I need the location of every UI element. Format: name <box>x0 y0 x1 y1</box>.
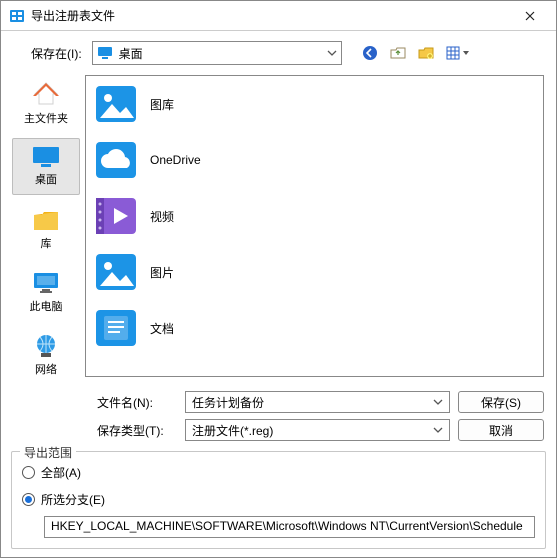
place-network[interactable]: 网络 <box>12 326 80 383</box>
export-registry-dialog: 导出注册表文件 保存在(I): 桌面 <box>0 0 557 558</box>
close-icon <box>525 11 535 21</box>
title-bar: 导出注册表文件 <box>1 1 556 31</box>
item-label: 视频 <box>150 208 174 225</box>
item-label: OneDrive <box>150 153 201 167</box>
filetype-label: 保存类型(T): <box>97 422 177 439</box>
documents-tile-icon <box>94 306 138 350</box>
monitor-icon <box>31 270 61 296</box>
place-desktop[interactable]: 桌面 <box>12 138 80 195</box>
body: 主文件夹 桌面 库 此电脑 网络 <box>1 71 556 383</box>
filetype-row: 保存类型(T): 注册文件(*.reg) 取消 <box>97 419 544 441</box>
place-label: 此电脑 <box>30 298 63 314</box>
filetype-value: 注册文件(*.reg) <box>192 422 273 439</box>
name-type-area: 文件名(N): 任务计划备份 保存(S) 保存类型(T): 注册文件(*.reg… <box>1 383 556 451</box>
folder-new-icon <box>418 45 434 61</box>
radio-all-label: 全部(A) <box>41 464 81 481</box>
file-list[interactable]: 图库 OneDrive 视频 图片 <box>85 75 544 377</box>
home-icon <box>31 80 61 108</box>
filename-value: 任务计划备份 <box>192 394 264 411</box>
folder-up-icon <box>390 45 406 61</box>
back-button[interactable] <box>360 43 380 63</box>
list-item[interactable]: 图库 <box>86 76 543 132</box>
gallery-tile-icon <box>94 82 138 126</box>
list-item[interactable]: OneDrive <box>86 132 543 188</box>
up-one-level-button[interactable] <box>388 43 408 63</box>
radio-selected-label: 所选分支(E) <box>41 491 105 508</box>
save-button[interactable]: 保存(S) <box>458 391 544 413</box>
chevron-down-icon <box>327 50 337 56</box>
filename-label: 文件名(N): <box>97 394 177 411</box>
close-button[interactable] <box>508 2 552 30</box>
places-bar: 主文件夹 桌面 库 此电脑 网络 <box>1 71 81 383</box>
list-item[interactable]: 文档 <box>86 300 543 356</box>
window-title: 导出注册表文件 <box>31 7 508 24</box>
place-thispc[interactable]: 此电脑 <box>12 263 80 320</box>
back-icon <box>362 45 378 61</box>
save-in-value: 桌面 <box>119 45 143 62</box>
desktop-icon <box>97 46 113 60</box>
branch-path-value: HKEY_LOCAL_MACHINE\SOFTWARE\Microsoft\Wi… <box>51 519 523 533</box>
radio-all[interactable] <box>22 466 35 479</box>
chevron-down-icon <box>433 399 443 405</box>
save-in-label: 保存在(I): <box>31 45 82 62</box>
list-item[interactable]: 图片 <box>86 244 543 300</box>
regedit-icon <box>9 8 25 24</box>
save-in-combo[interactable]: 桌面 <box>92 41 342 65</box>
desktop-icon <box>31 145 61 169</box>
place-home[interactable]: 主文件夹 <box>12 75 80 132</box>
place-label: 网络 <box>35 361 57 377</box>
export-range-group: 导出范围 全部(A) 所选分支(E) HKEY_LOCAL_MACHINE\SO… <box>11 451 546 549</box>
cancel-button[interactable]: 取消 <box>458 419 544 441</box>
filename-combo[interactable]: 任务计划备份 <box>185 391 450 413</box>
save-in-row: 保存在(I): 桌面 <box>1 31 556 71</box>
filename-row: 文件名(N): 任务计划备份 保存(S) <box>97 391 544 413</box>
radio-selected-row[interactable]: 所选分支(E) <box>22 491 535 508</box>
onedrive-tile-icon <box>94 138 138 182</box>
place-label: 库 <box>41 235 52 251</box>
place-label: 桌面 <box>35 171 57 187</box>
new-folder-button[interactable] <box>416 43 436 63</box>
branch-path-input[interactable]: HKEY_LOCAL_MACHINE\SOFTWARE\Microsoft\Wi… <box>44 516 535 538</box>
radio-selected-branch[interactable] <box>22 493 35 506</box>
item-label: 图片 <box>150 264 174 281</box>
chevron-down-icon <box>433 427 443 433</box>
filetype-combo[interactable]: 注册文件(*.reg) <box>185 419 450 441</box>
place-label: 主文件夹 <box>24 110 68 126</box>
item-label: 图库 <box>150 96 174 113</box>
nav-toolbar <box>360 43 474 63</box>
list-item[interactable]: 视频 <box>86 188 543 244</box>
view-menu-button[interactable] <box>444 43 474 63</box>
item-label: 文档 <box>150 320 174 337</box>
folder-icon <box>31 207 61 233</box>
view-menu-icon <box>446 45 472 61</box>
place-libraries[interactable]: 库 <box>12 201 80 258</box>
network-icon <box>31 333 61 359</box>
videos-tile-icon <box>94 194 138 238</box>
pictures-tile-icon <box>94 250 138 294</box>
group-title: 导出范围 <box>20 444 76 461</box>
radio-all-row[interactable]: 全部(A) <box>22 464 535 481</box>
